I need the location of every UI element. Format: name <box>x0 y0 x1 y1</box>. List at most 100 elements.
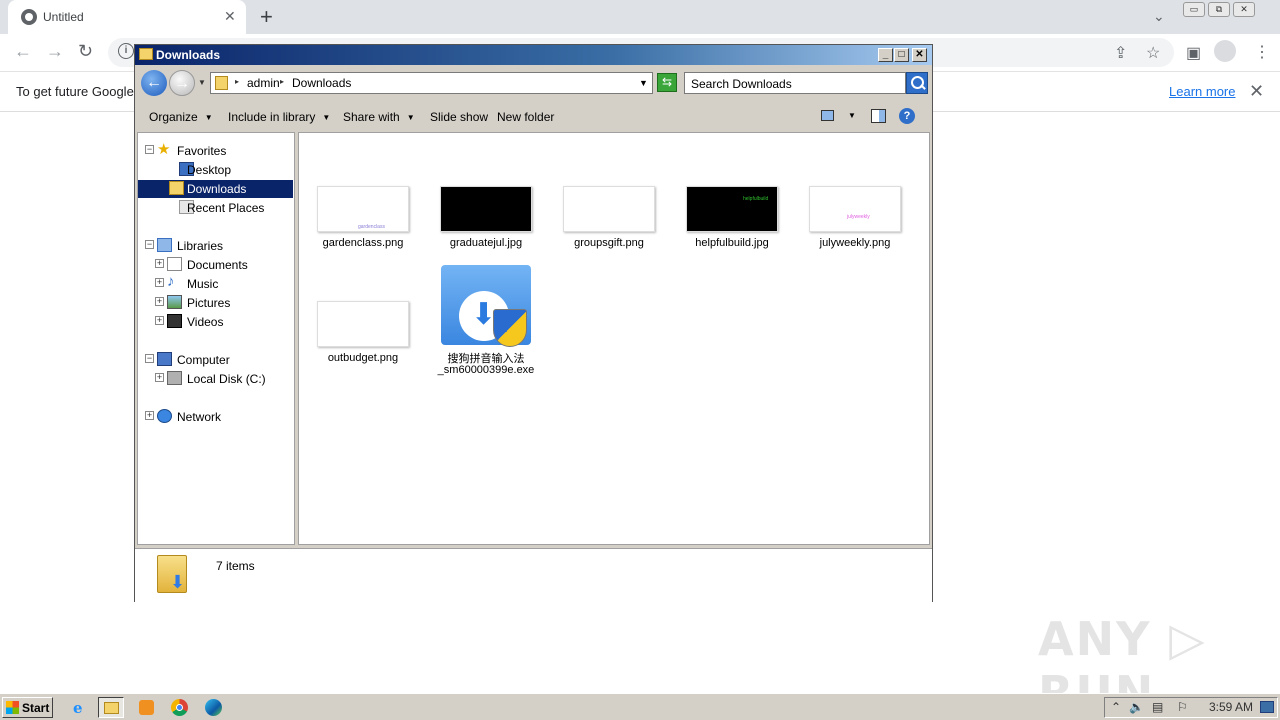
nav-item-libraries[interactable]: − Libraries <box>145 237 295 255</box>
file-item[interactable]: graduatejul.jpg <box>425 186 547 252</box>
file-item[interactable]: outbudget.png <box>302 301 424 367</box>
downloads-folder-icon <box>169 181 184 195</box>
explorer-title-bar[interactable]: Downloads _ □ ✕ <box>135 45 932 65</box>
nav-label: Libraries <box>177 239 224 253</box>
side-panel-icon[interactable]: ▣ <box>1186 43 1201 63</box>
address-dropdown-icon[interactable]: ▼ <box>639 78 648 88</box>
show-hidden-icons-icon[interactable]: ⌃ <box>1111 700 1121 714</box>
documents-icon <box>167 257 182 271</box>
info-bar-close-icon[interactable]: ✕ <box>1249 81 1264 102</box>
folder-icon <box>215 76 228 90</box>
close-button[interactable]: ✕ <box>1233 2 1255 17</box>
include-in-library-menu[interactable]: Include in library ▼ <box>228 110 330 124</box>
tab-search-icon[interactable]: ⌄ <box>1153 8 1165 25</box>
nav-label: Network <box>177 410 222 424</box>
forward-arrow-icon[interactable]: → <box>46 41 64 62</box>
show-desktop-icon[interactable] <box>1260 701 1274 713</box>
change-view-icon[interactable] <box>821 110 834 121</box>
help-icon[interactable]: ? <box>899 108 915 124</box>
start-button[interactable]: Start <box>2 697 53 718</box>
nav-item-music[interactable]: + ♪ Music <box>155 273 295 293</box>
breadcrumb-arrow-icon[interactable]: ▸ <box>235 77 239 86</box>
exe-file-item[interactable]: 搜狗拼音输入法 _sm60000399e.exe <box>425 257 547 379</box>
maximize-button[interactable]: □ <box>894 48 909 62</box>
nav-item-computer[interactable]: − Computer <box>145 351 295 369</box>
include-in-library-label: Include in library <box>228 110 316 124</box>
nav-item-network[interactable]: + Network <box>145 408 295 426</box>
dropdown-caret-icon: ▼ <box>204 113 213 122</box>
breadcrumb-downloads[interactable]: Downloads <box>292 76 351 90</box>
expand-icon[interactable]: + <box>155 278 164 287</box>
collapse-icon[interactable]: − <box>145 240 154 249</box>
dropdown-caret-icon: ▼ <box>322 113 331 122</box>
file-name: outbudget.png <box>327 352 399 364</box>
start-label: Start <box>22 701 50 715</box>
file-item[interactable]: groupsgift.png <box>548 186 670 252</box>
address-bar[interactable]: ▸ admin ▸ Downloads ▼ <box>210 72 653 94</box>
file-item[interactable]: helpfulbuild helpfulbuild.jpg <box>671 186 793 252</box>
search-placeholder: Search Downloads <box>691 77 792 91</box>
nav-item-pictures[interactable]: + Pictures <box>155 294 295 312</box>
tab-close-icon[interactable]: ✕ <box>224 8 236 25</box>
collapse-icon[interactable]: − <box>145 145 154 154</box>
media-player-icon[interactable] <box>134 697 160 718</box>
browser-tab[interactable]: Untitled ✕ <box>8 0 246 34</box>
network-status-icon[interactable]: ▤ <box>1152 700 1163 714</box>
expand-icon[interactable]: + <box>145 411 154 420</box>
preview-pane-icon[interactable] <box>871 109 886 123</box>
nav-item-recent-places[interactable]: Recent Places <box>167 199 295 217</box>
volume-icon[interactable]: 🔈 <box>1129 700 1144 714</box>
view-dropdown-icon[interactable]: ▼ <box>848 111 856 120</box>
forward-button[interactable]: → <box>169 70 195 96</box>
media-glyph <box>139 700 154 715</box>
close-button[interactable]: ✕ <box>912 48 927 62</box>
file-name: graduatejul.jpg <box>449 237 523 249</box>
file-item[interactable]: julyweekly julyweekly.png <box>794 186 916 252</box>
clock[interactable]: 3:59 AM <box>1209 700 1253 714</box>
edge-icon[interactable] <box>201 697 227 718</box>
reload-icon[interactable]: ↻ <box>78 41 93 62</box>
chrome-icon[interactable] <box>167 697 193 718</box>
nav-item-downloads[interactable]: Downloads <box>138 180 293 198</box>
new-tab-button[interactable]: + <box>260 4 273 30</box>
back-arrow-icon[interactable]: ← <box>14 41 32 62</box>
bookmark-star-icon[interactable]: ☆ <box>1146 43 1160 63</box>
nav-item-videos[interactable]: + Videos <box>155 313 295 331</box>
file-name: gardenclass.png <box>322 237 404 249</box>
restore-button[interactable]: ⧉ <box>1208 2 1230 17</box>
expand-icon[interactable]: + <box>155 316 164 325</box>
minimize-button[interactable]: ▭ <box>1183 2 1205 17</box>
nav-item-local-disk[interactable]: + Local Disk (C:) <box>155 370 295 388</box>
share-with-menu[interactable]: Share with ▼ <box>343 110 415 124</box>
search-input[interactable]: Search Downloads <box>684 72 906 94</box>
search-icon[interactable] <box>906 72 928 94</box>
info-icon[interactable]: i <box>118 43 134 59</box>
uac-shield-icon <box>493 309 527 347</box>
action-center-flag-icon[interactable]: ⚐ <box>1177 700 1188 714</box>
nav-item-favorites[interactable]: − ★ Favorites <box>145 141 295 160</box>
explorer-taskbar-icon[interactable] <box>98 697 124 718</box>
history-dropdown-icon[interactable]: ▼ <box>198 78 206 87</box>
file-thumbnail <box>317 301 409 347</box>
learn-more-link[interactable]: Learn more <box>1169 84 1235 99</box>
minimize-button[interactable]: _ <box>878 48 893 62</box>
nav-item-desktop[interactable]: Desktop <box>167 161 295 179</box>
expand-icon[interactable]: + <box>155 373 164 382</box>
breadcrumb-admin[interactable]: admin <box>247 76 280 90</box>
internet-explorer-icon[interactable]: e <box>67 697 93 718</box>
back-button[interactable]: ← <box>141 70 167 96</box>
expand-icon[interactable]: + <box>155 259 164 268</box>
file-item[interactable]: gardenclass gardenclass.png <box>302 186 424 252</box>
collapse-icon[interactable]: − <box>145 354 154 363</box>
profile-avatar-icon[interactable] <box>1214 40 1236 62</box>
kebab-menu-icon[interactable]: ⋮ <box>1254 42 1270 62</box>
pane-splitter[interactable] <box>295 132 297 545</box>
nav-item-documents[interactable]: + Documents <box>155 256 295 274</box>
share-icon[interactable]: ⇪ <box>1114 43 1127 63</box>
organize-menu[interactable]: Organize ▼ <box>149 110 213 124</box>
breadcrumb-arrow-icon[interactable]: ▸ <box>280 77 284 86</box>
refresh-button[interactable]: ⇆ <box>657 73 677 92</box>
new-folder-button[interactable]: New folder <box>497 110 554 124</box>
slide-show-button[interactable]: Slide show <box>430 110 488 124</box>
expand-icon[interactable]: + <box>155 297 164 306</box>
